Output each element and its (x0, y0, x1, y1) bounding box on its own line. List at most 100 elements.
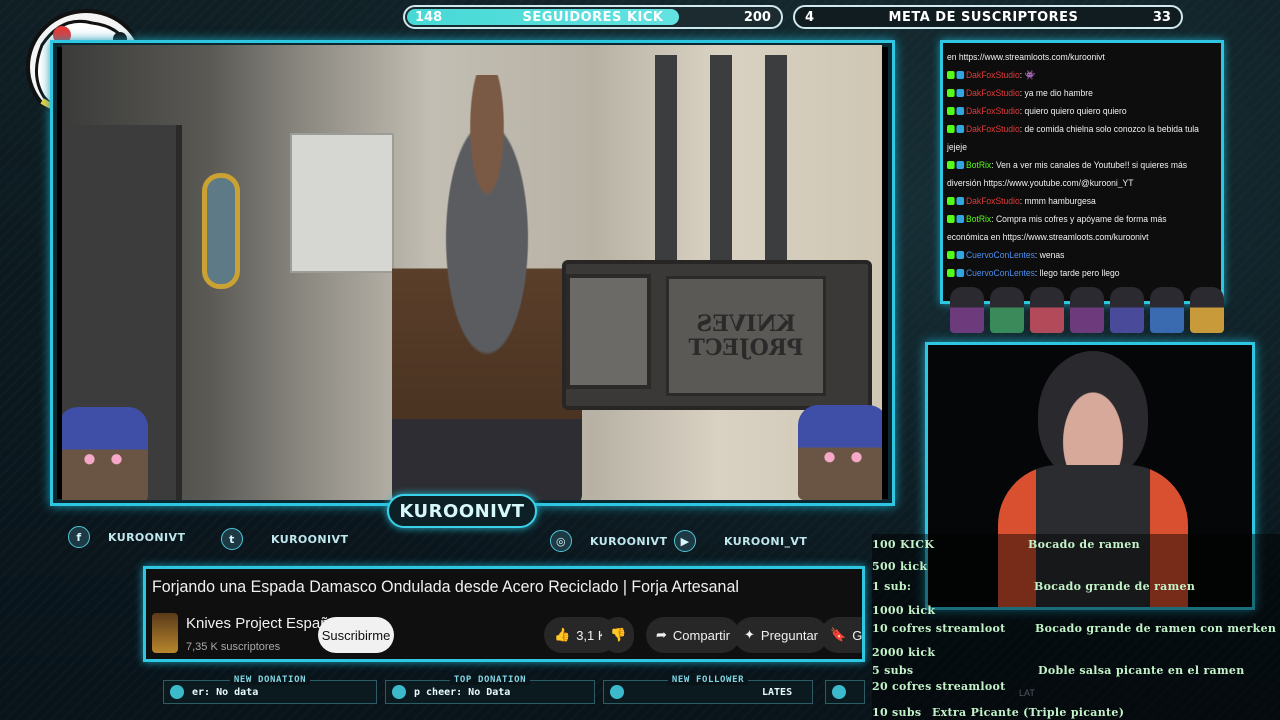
chat-text: : 👾 (1019, 70, 1036, 80)
user-badge-icon (956, 197, 965, 205)
kick-badge-icon (947, 215, 955, 223)
chat-username[interactable]: CuervoConLentes (966, 250, 1035, 260)
kick-badge-icon (947, 125, 955, 133)
share-icon: ➦ (656, 627, 667, 642)
video-pipes (637, 55, 817, 285)
goal-reward: Extra Picante (Triple picante) (932, 706, 1125, 719)
yt-subscribe-button[interactable]: Suscribirme (318, 617, 394, 653)
yt-channel-avatar[interactable] (152, 613, 178, 653)
user-badge-icon (956, 107, 965, 115)
subs-goal-target: 33 (1152, 9, 1171, 25)
chat-message: en https://www.streamloots.com/kuroonivt (947, 48, 1204, 66)
yt-ask-label: Preguntar (760, 627, 818, 643)
chibi-character (990, 287, 1024, 333)
youtube-video-card: Forjando una Espada Damasco Ondulada des… (143, 566, 865, 662)
goal-reward: Doble salsa picante en el ramen (1038, 664, 1245, 677)
chibi-character (1190, 287, 1224, 333)
user-badge-icon (956, 125, 965, 133)
chat-message: DakFoxStudio: ya me dio hambre (947, 84, 1204, 102)
user-badge-icon (956, 269, 965, 277)
video-mirror (202, 173, 240, 289)
forge-plate-text: KNIVES PROJECT (666, 276, 826, 396)
yt-dislike-button[interactable]: 👎 (602, 617, 635, 653)
goal-requirement: 500 kick (872, 560, 928, 573)
user-icon (610, 685, 624, 699)
goal-requirement: 1000 kick (872, 604, 936, 617)
ticker-value: p cheer: No Data (414, 686, 511, 698)
kick-goal-current: 148 (415, 9, 443, 25)
chibi-character (950, 287, 984, 333)
video-forge: KNIVES PROJECT (562, 260, 872, 410)
user-badge-icon (956, 215, 965, 223)
goal-requirement: 10 subs (872, 706, 922, 719)
subs-goal-label: META DE SUSCRIPTORES (888, 9, 1079, 25)
pixel-cat-left (62, 407, 148, 500)
cheer-icon (392, 685, 406, 699)
yt-share-button[interactable]: ➦ Compartir (646, 617, 740, 653)
social-youtube: ▶ KUROONI_VT (674, 530, 807, 552)
chat-username[interactable]: DakFoxStudio (966, 124, 1020, 134)
yt-save-button[interactable]: 🔖 Gu (820, 617, 863, 653)
social-twitter: t KUROONIVT (221, 528, 348, 550)
yt-video-title[interactable]: Forjando una Espada Damasco Ondulada des… (152, 577, 739, 597)
user-badge-icon (956, 89, 965, 97)
chat-panel[interactable]: en https://www.streamloots.com/kuroonivt… (940, 40, 1224, 304)
chat-username[interactable]: DakFoxStudio (966, 70, 1020, 80)
chat-text: : ya me dio hambre (1019, 88, 1093, 98)
ticker-value: LATES (762, 686, 793, 698)
reward-goals-list: 100 KICK Bocado de ramen 500 kick 1 sub: Boc… (872, 534, 1280, 720)
social-instagram: ◎ KUROONIVT (550, 530, 667, 552)
goal-requirement: 20 cofres streamloot (872, 680, 1006, 693)
chibi-character (1030, 287, 1064, 333)
yt-share-label: Compartir (672, 627, 730, 643)
kick-badge-icon (947, 71, 955, 79)
chat-message: BotRix: Ven a ver mis canales de Youtube… (947, 156, 1204, 192)
chat-message: CuervoConLentes: wenas (947, 246, 1204, 264)
video-blacksmith (392, 75, 582, 500)
yt-channel-name[interactable]: Knives Project Español (186, 615, 340, 632)
chat-text: : quiero quiero quiero quiero (1019, 106, 1127, 116)
kick-followers-goal-bar: 148 SEGUIDORES KICK 200 (403, 5, 783, 29)
chat-username[interactable]: BotRix (966, 214, 991, 224)
chat-username[interactable]: DakFoxStudio (966, 196, 1020, 206)
subs-goal-bar: 4 META DE SUSCRIPTORES 33 (793, 5, 1183, 29)
chat-username[interactable]: DakFoxStudio (966, 88, 1020, 98)
chat-text: : mmm hamburgesa (1019, 196, 1096, 206)
yt-save-label: Gu (852, 627, 863, 643)
chibi-character (1070, 287, 1104, 333)
ticker-label: NEW DONATION (229, 675, 311, 685)
ticker-top-donation: TOP DONATION p cheer: No Data (385, 675, 595, 704)
ticker-new-follower: NEW FOLLOWER LATES (603, 675, 813, 704)
goal-requirement: 1 sub: (872, 580, 912, 593)
kick-goal-label: SEGUIDORES KICK (522, 9, 664, 25)
chat-message: DakFoxStudio: de comida chielna solo con… (947, 120, 1204, 156)
kick-goal-target: 200 (743, 9, 771, 25)
kick-badge-icon (947, 89, 955, 97)
streamer-nameplate: KUROONIVT (387, 494, 537, 528)
chibi-character (1150, 287, 1184, 333)
chat-text: en https://www.streamloots.com/kuroonivt (947, 52, 1105, 62)
subs-goal-current: 4 (805, 9, 815, 25)
forge-door (566, 274, 651, 389)
goal-reward: Bocado grande de ramen con merken (1035, 622, 1277, 635)
social-facebook: f KUROONIVT (68, 526, 185, 548)
yt-ask-button[interactable]: ✦ Preguntar (734, 617, 828, 653)
donation-icon (170, 685, 184, 699)
thumbs-up-icon: 👍 (554, 627, 571, 642)
crown-icon (832, 685, 846, 699)
ticker-label: TOP DONATION (449, 675, 531, 685)
chat-username[interactable]: DakFoxStudio (966, 106, 1020, 116)
chat-message: DakFoxStudio: quiero quiero quiero quier… (947, 102, 1204, 120)
facebook-icon: f (68, 526, 90, 548)
social-handle: KUROONIVT (590, 534, 668, 548)
main-video[interactable]: KNIVES PROJECT (62, 45, 882, 500)
chat-username[interactable]: CuervoConLentes (966, 268, 1035, 278)
kick-badge-icon (947, 269, 955, 277)
user-badge-icon (956, 161, 965, 169)
vtuber-avatar-head (1038, 351, 1148, 481)
ticker-extra (825, 680, 865, 704)
chibi-characters (950, 283, 1230, 333)
twitter-icon: t (221, 528, 243, 550)
social-handle: KUROONIVT (108, 530, 186, 544)
chat-username[interactable]: BotRix (966, 160, 991, 170)
